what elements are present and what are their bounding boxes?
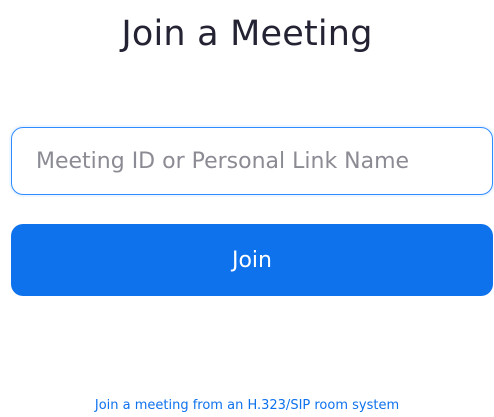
meeting-id-input-container[interactable] [11, 127, 493, 195]
room-system-join-link[interactable]: Join a meeting from an H.323/SIP room sy… [0, 398, 494, 413]
join-button[interactable]: Join [11, 224, 493, 296]
page-title: Join a Meeting [121, 14, 373, 54]
meeting-id-input[interactable] [12, 128, 492, 194]
